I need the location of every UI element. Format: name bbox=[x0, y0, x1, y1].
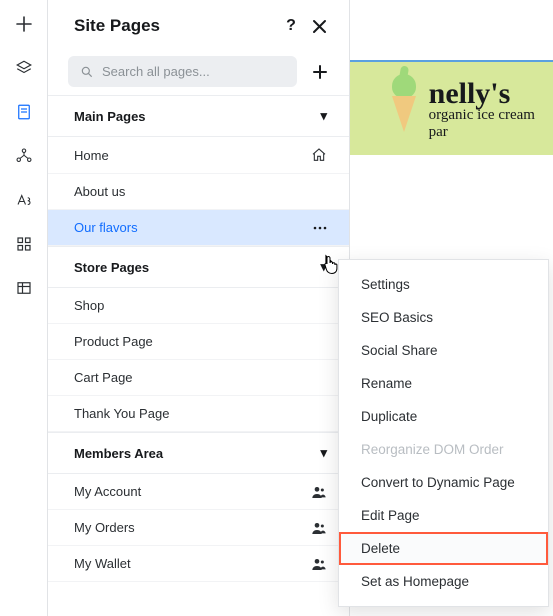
brand-title: nelly's bbox=[429, 77, 553, 111]
page-item-account[interactable]: My Account bbox=[48, 474, 349, 510]
page-name: Cart Page bbox=[74, 370, 327, 385]
brand-text: nelly's organic ice cream par bbox=[429, 77, 553, 141]
members-icon bbox=[311, 521, 327, 535]
menu-settings[interactable]: Settings bbox=[339, 268, 548, 301]
structure-icon[interactable] bbox=[12, 144, 36, 168]
search-box[interactable] bbox=[68, 56, 297, 87]
layers-icon[interactable] bbox=[12, 56, 36, 80]
menu-reorganize-dom: Reorganize DOM Order bbox=[339, 433, 548, 466]
page-name: Home bbox=[74, 148, 311, 163]
section-label: Main Pages bbox=[74, 109, 320, 124]
page-item-home[interactable]: Home bbox=[48, 137, 349, 174]
menu-duplicate[interactable]: Duplicate bbox=[339, 400, 548, 433]
home-icon bbox=[311, 147, 327, 163]
page-item-thankyou[interactable]: Thank You Page bbox=[48, 396, 349, 432]
page-name: Product Page bbox=[74, 334, 327, 349]
help-icon[interactable]: ? bbox=[281, 16, 301, 36]
section-members-area[interactable]: Members Area ▾ bbox=[48, 432, 349, 474]
close-icon[interactable] bbox=[309, 16, 329, 36]
menu-set-homepage[interactable]: Set as Homepage bbox=[339, 565, 548, 598]
page-item-orders[interactable]: My Orders bbox=[48, 510, 349, 546]
page-name: Thank You Page bbox=[74, 406, 327, 421]
search-input[interactable] bbox=[102, 64, 285, 79]
page-name: About us bbox=[74, 184, 327, 199]
page-item-wallet[interactable]: My Wallet bbox=[48, 546, 349, 582]
section-label: Members Area bbox=[74, 446, 320, 461]
site-banner: nelly's organic ice cream par bbox=[350, 60, 553, 155]
search-icon bbox=[80, 65, 94, 79]
panel-title: Site Pages bbox=[74, 16, 273, 36]
data-icon[interactable] bbox=[12, 276, 36, 300]
menu-seo-basics[interactable]: SEO Basics bbox=[339, 301, 548, 334]
page-item-cart[interactable]: Cart Page bbox=[48, 360, 349, 396]
chevron-down-icon: ▾ bbox=[320, 259, 327, 275]
page-context-menu: Settings SEO Basics Social Share Rename … bbox=[338, 259, 549, 607]
page-name: My Account bbox=[74, 484, 311, 499]
brand-subtitle: organic ice cream par bbox=[429, 107, 553, 141]
typography-icon[interactable] bbox=[12, 188, 36, 212]
pages-icon[interactable] bbox=[12, 100, 36, 124]
section-label: Store Pages bbox=[74, 260, 320, 275]
panel-header: Site Pages ? bbox=[48, 0, 349, 48]
page-name: My Orders bbox=[74, 520, 311, 535]
search-row bbox=[48, 48, 349, 95]
members-icon bbox=[311, 557, 327, 571]
apps-icon[interactable] bbox=[12, 232, 36, 256]
chevron-down-icon: ▾ bbox=[320, 108, 327, 124]
members-icon bbox=[311, 485, 327, 499]
page-name: Our flavors bbox=[74, 220, 313, 235]
menu-rename[interactable]: Rename bbox=[339, 367, 548, 400]
more-icon[interactable] bbox=[313, 226, 327, 230]
left-tool-rail bbox=[0, 0, 48, 616]
section-store-pages[interactable]: Store Pages ▾ bbox=[48, 246, 349, 288]
chevron-down-icon: ▾ bbox=[320, 445, 327, 461]
add-icon[interactable] bbox=[12, 12, 36, 36]
ice-cream-logo bbox=[386, 74, 421, 144]
page-item-product[interactable]: Product Page bbox=[48, 324, 349, 360]
page-item-flavors[interactable]: Our flavors bbox=[48, 210, 349, 246]
page-name: Shop bbox=[74, 298, 327, 313]
add-page-button[interactable] bbox=[307, 59, 333, 85]
menu-edit-page[interactable]: Edit Page bbox=[339, 499, 548, 532]
page-name: My Wallet bbox=[74, 556, 311, 571]
site-pages-panel: Site Pages ? Main Pages ▾ Home About us … bbox=[48, 0, 350, 616]
page-item-shop[interactable]: Shop bbox=[48, 288, 349, 324]
menu-delete[interactable]: Delete bbox=[339, 532, 548, 565]
menu-convert-dynamic[interactable]: Convert to Dynamic Page bbox=[339, 466, 548, 499]
section-main-pages[interactable]: Main Pages ▾ bbox=[48, 95, 349, 137]
page-item-about[interactable]: About us bbox=[48, 174, 349, 210]
menu-social-share[interactable]: Social Share bbox=[339, 334, 548, 367]
